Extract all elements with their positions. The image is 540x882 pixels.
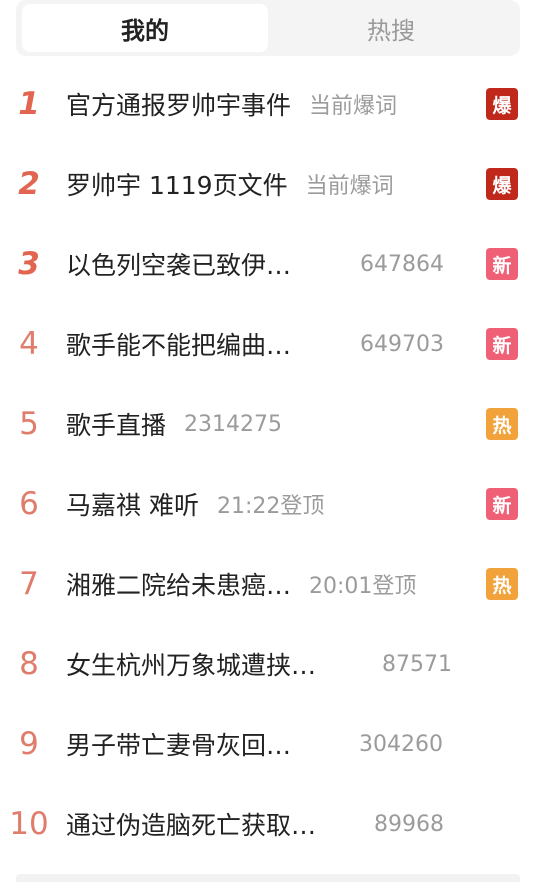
item-title: 以色列空袭已致伊… [66, 251, 292, 280]
rank-number: 8 [19, 646, 39, 682]
item-badge: 新 [486, 328, 518, 360]
hot-search-item[interactable]: 10 通过伪造脑死亡获取… 89968 [0, 784, 540, 864]
item-text: 歌手直播 2314275 [66, 384, 282, 464]
item-text: 罗帅宇 1119页文件 当前爆词 [66, 144, 394, 224]
item-badge: 热 [486, 408, 518, 440]
item-heat-value: 89968 [374, 811, 444, 837]
hot-search-item[interactable]: 1 官方通报罗帅宇事件 当前爆词 爆 [0, 64, 540, 144]
item-title: 通过伪造脑死亡获取… [66, 811, 317, 840]
hot-search-item[interactable]: 8 女生杭州万象城遭挟… 87571 [0, 624, 540, 704]
item-heat-value: 20:01登顶 [309, 574, 417, 599]
rank-number: 7 [19, 566, 39, 602]
item-badge: 新 [486, 248, 518, 280]
item-badge: 爆 [486, 168, 518, 200]
item-heat-value: 304260 [359, 731, 443, 757]
tab-mine[interactable]: 我的 [22, 4, 268, 52]
rank-number: 6 [19, 486, 39, 522]
item-badge: 爆 [486, 88, 518, 120]
tab-hot-search[interactable]: 热搜 [268, 4, 514, 52]
tab-bar: 我的 热搜 [16, 0, 520, 56]
hot-search-item[interactable]: 5 歌手直播 2314275 热 [0, 384, 540, 464]
item-title: 官方通报罗帅宇事件 [66, 91, 292, 120]
item-heat-value: 647864 [360, 251, 444, 277]
item-text: 马嘉祺 难听 21:22登顶 [66, 464, 324, 544]
item-title: 歌手能不能把编曲… [66, 331, 292, 360]
item-text: 通过伪造脑死亡获取… [66, 784, 316, 864]
hot-search-item[interactable]: 9 男子带亡妻骨灰回… 304260 [0, 704, 540, 784]
rank-number: 2 [18, 166, 40, 202]
item-title: 女生杭州万象城遭挟… [66, 651, 317, 680]
item-text: 男子带亡妻骨灰回… [66, 704, 291, 784]
item-title: 歌手直播 [66, 411, 167, 440]
item-title: 男子带亡妻骨灰回… [66, 731, 292, 760]
item-heat-value: 当前爆词 [305, 174, 394, 199]
rank-number: 10 [9, 806, 49, 842]
hot-search-item[interactable]: 7 湘雅二院给未患癌… 20:01登顶 热 [0, 544, 540, 624]
bottom-card-edge [16, 874, 520, 882]
item-title: 湘雅二院给未患癌… [66, 571, 292, 600]
rank-number: 4 [19, 326, 39, 362]
item-title: 马嘉祺 难听 [66, 491, 199, 520]
hot-search-item[interactable]: 6 马嘉祺 难听 21:22登顶 新 [0, 464, 540, 544]
item-text: 以色列空袭已致伊… [66, 224, 291, 304]
item-heat-value: 21:22登顶 [216, 494, 325, 519]
item-heat-value: 2314275 [184, 411, 282, 437]
rank-number: 5 [19, 406, 39, 442]
item-heat-value: 649703 [360, 331, 444, 357]
rank-number: 9 [19, 726, 39, 762]
item-heat-value: 当前爆词 [309, 94, 398, 119]
hot-search-item[interactable]: 3 以色列空袭已致伊… 647864 新 [0, 224, 540, 304]
hot-search-list: 1 官方通报罗帅宇事件 当前爆词爆 2 罗帅宇 1119页文件 当前爆词爆 3 以色列空袭已致… [0, 64, 540, 864]
item-badge: 热 [486, 568, 518, 600]
item-text: 官方通报罗帅宇事件 当前爆词 [66, 64, 397, 144]
rank-number: 3 [18, 246, 40, 282]
item-title: 罗帅宇 1119页文件 [66, 171, 288, 200]
item-text: 湘雅二院给未患癌… 20:01登顶 [66, 544, 416, 624]
hot-search-item[interactable]: 2 罗帅宇 1119页文件 当前爆词 爆 [0, 144, 540, 224]
hot-search-item[interactable]: 4 歌手能不能把编曲… 649703 新 [0, 304, 540, 384]
item-heat-value: 87571 [382, 651, 452, 677]
item-text: 女生杭州万象城遭挟… [66, 624, 316, 704]
rank-number: 1 [18, 86, 40, 122]
item-text: 歌手能不能把编曲… [66, 304, 291, 384]
item-badge: 新 [486, 488, 518, 520]
